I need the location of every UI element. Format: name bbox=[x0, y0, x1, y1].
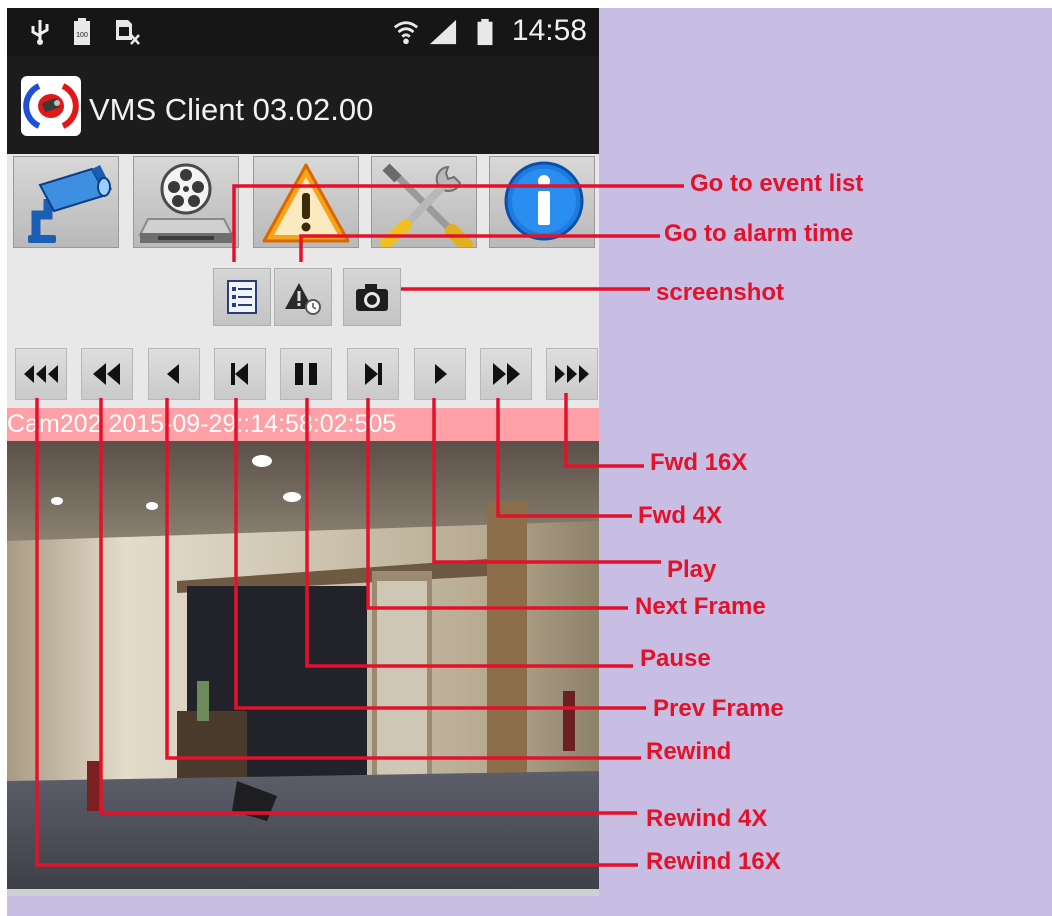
callout-line-play bbox=[432, 398, 661, 564]
label-rewind: Rewind bbox=[646, 738, 732, 765]
label-go-to-alarm-time: Go to alarm time bbox=[664, 220, 854, 247]
label-rewind-4x: Rewind 4X bbox=[646, 805, 768, 832]
callout-line-rewind bbox=[165, 398, 641, 760]
label-pause: Pause bbox=[640, 645, 711, 672]
label-prev-frame: Prev Frame bbox=[653, 695, 784, 722]
label-go-to-event-list: Go to event list bbox=[690, 170, 864, 197]
callout-line-rewind-16x bbox=[35, 398, 638, 867]
label-fwd-16x: Fwd 16X bbox=[650, 449, 748, 476]
callout-line-pause bbox=[305, 398, 633, 668]
label-rewind-16x: Rewind 16X bbox=[646, 848, 781, 875]
callout-lines bbox=[35, 184, 684, 867]
label-fwd-4x: Fwd 4X bbox=[638, 502, 723, 529]
callout-line-alarm-time bbox=[299, 234, 660, 262]
callout-line-prev-frame bbox=[234, 398, 646, 710]
callout-line-fwd-16x bbox=[564, 393, 644, 468]
label-play: Play bbox=[667, 556, 717, 583]
label-next-frame: Next Frame bbox=[635, 593, 766, 620]
label-screenshot: screenshot bbox=[656, 279, 785, 306]
